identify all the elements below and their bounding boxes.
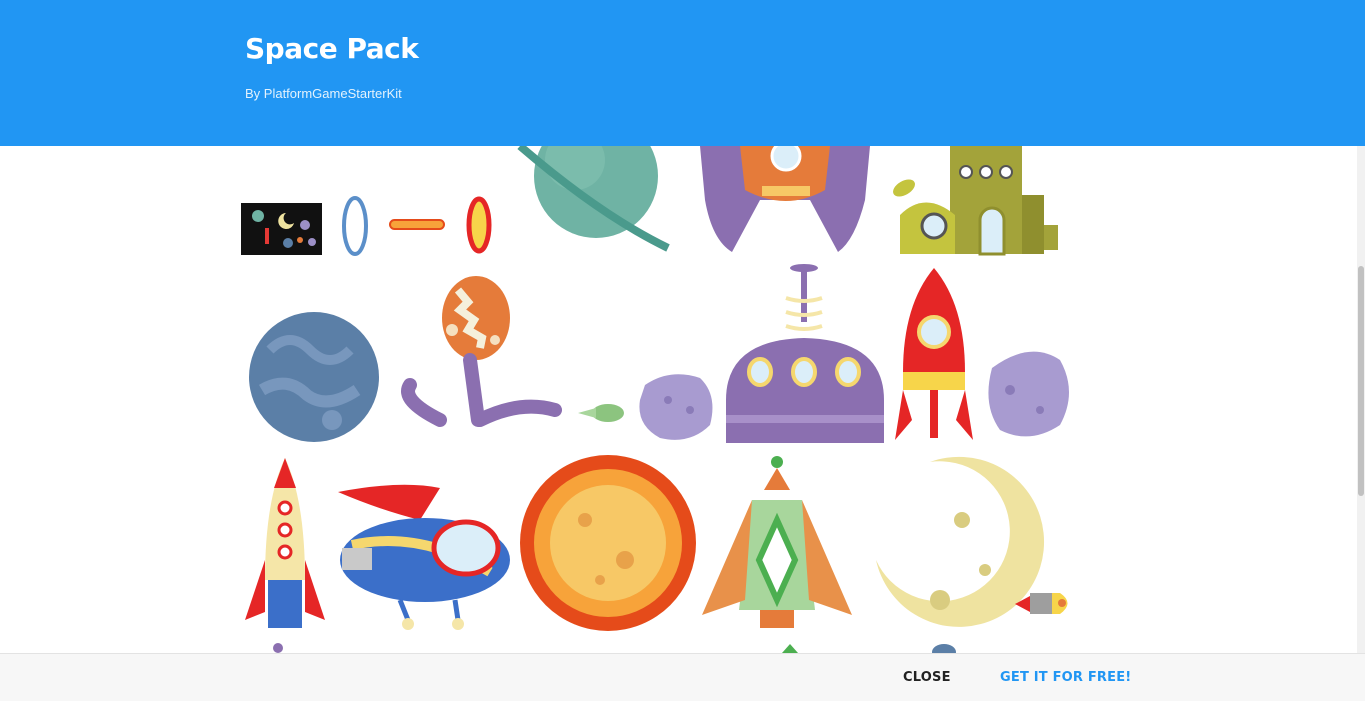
sprite-sheet-image	[241, 146, 1069, 653]
blue-portal-sprite	[342, 196, 368, 256]
partial-sprite-dot	[273, 643, 283, 653]
purple-asteroid-sprite	[639, 374, 713, 440]
partial-sprite-tree	[782, 644, 798, 653]
yellow-rocket-sprite	[245, 458, 325, 628]
preview-scrollbar[interactable]	[1357, 146, 1365, 653]
pack-header: Space Pack By PlatformGameStarterKit	[0, 0, 1365, 146]
thumbnail-image	[241, 203, 322, 255]
green-spaceship-sprite	[702, 456, 852, 628]
action-footer: CLOSE GET IT FOR FREE!	[0, 653, 1365, 701]
green-comet-sprite	[578, 404, 624, 422]
scrollbar-thumb[interactable]	[1358, 266, 1364, 496]
dome-station-sprite	[726, 264, 884, 443]
sprite-preview	[0, 146, 1357, 653]
flying-saucer-sprite	[338, 484, 510, 630]
partial-sprite-blob	[932, 644, 956, 653]
red-rocket-sprite	[895, 268, 973, 440]
orange-laser-sprite	[389, 219, 445, 230]
red-portal-sprite	[466, 196, 492, 254]
moon-sprite	[876, 456, 1045, 627]
purple-spaceship-sprite	[700, 146, 870, 252]
pack-author: By PlatformGameStarterKit	[245, 86, 402, 101]
sun-sprite	[520, 455, 696, 631]
ringed-planet-sprite	[517, 146, 670, 252]
pack-title: Space Pack	[245, 32, 419, 65]
space-station-sprite	[893, 146, 1058, 256]
get-it-free-button[interactable]: GET IT FOR FREE!	[1000, 668, 1131, 688]
alien-plant-sprite	[401, 276, 562, 427]
blue-planet-sprite	[249, 312, 379, 442]
purple-asteroid-2-sprite	[988, 351, 1069, 437]
close-button[interactable]: CLOSE	[903, 668, 951, 688]
